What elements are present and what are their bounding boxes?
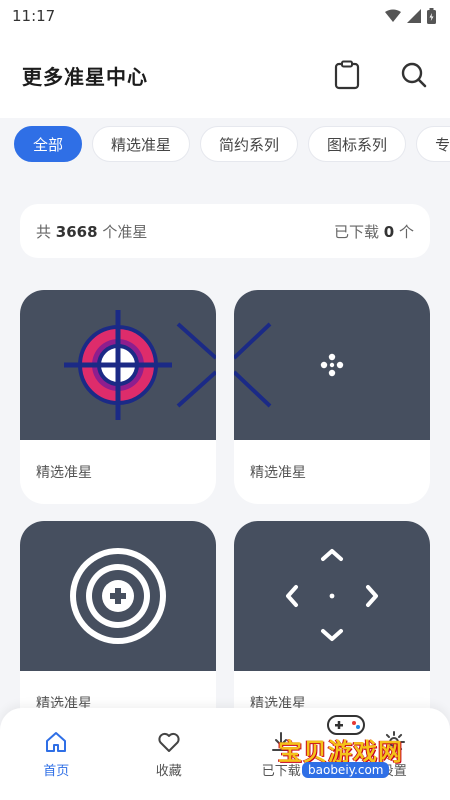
total-count-text: 共 3668 个准星 (36, 221, 147, 242)
heart-icon (158, 732, 180, 752)
nav-favorites[interactable]: 收藏 (113, 708, 226, 800)
download-icon (272, 731, 291, 751)
downloaded-count: 0 (383, 222, 395, 241)
downloaded-count-text: 已下载 0 个 (334, 221, 414, 242)
tab-featured[interactable]: 精选准星 (92, 126, 191, 162)
status-icons (385, 8, 436, 24)
nav-label: 设置 (380, 763, 407, 779)
target-crosshair-icon (64, 310, 216, 420)
category-tabs: 全部 精选准星 简约系列 图标系列 专业 (14, 126, 450, 164)
nav-home[interactable]: 首页 (0, 708, 113, 800)
app-bar: 更多准星中心 (0, 32, 450, 118)
downloaded-prefix: 已下载 (333, 222, 379, 241)
crosshair-card[interactable]: 精选准星 (234, 290, 430, 504)
total-prefix: 共 (36, 222, 52, 241)
tab-simple[interactable]: 简约系列 (200, 126, 299, 162)
crosshair-preview (20, 521, 216, 671)
dot-cross-crosshair-icon (234, 322, 344, 408)
arrow-crosshair-icon (286, 549, 378, 641)
home-icon (46, 731, 67, 752)
nav-label: 首页 (43, 763, 70, 779)
nav-label: 已下载 (261, 763, 301, 779)
wifi-icon (385, 9, 401, 22)
summary-bar: 共 3668 个准星 已下载 0 个 (20, 204, 430, 258)
crosshair-preview (234, 290, 430, 440)
battery-icon (427, 8, 436, 24)
crosshair-card[interactable]: 精选准星 (20, 521, 216, 735)
bottom-nav: 首页 收藏 已下载 设置 (0, 708, 450, 800)
signal-icon (407, 9, 421, 23)
clipboard-icon[interactable] (334, 60, 360, 90)
nav-label: 收藏 (155, 763, 182, 779)
card-label: 精选准星 (36, 465, 92, 481)
header-actions (334, 60, 428, 90)
card-label: 精选准星 (250, 465, 306, 481)
tab-icon-series[interactable]: 图标系列 (308, 126, 407, 162)
tab-pro[interactable]: 专业 (416, 126, 450, 162)
circle-plus-crosshair-icon (70, 548, 166, 644)
nav-downloaded[interactable]: 已下载 (225, 708, 338, 800)
total-count: 3668 (55, 222, 98, 241)
crosshair-card[interactable]: 精选准星 (20, 290, 216, 504)
crosshair-preview (20, 290, 216, 440)
gear-icon (382, 730, 405, 753)
page-title: 更多准星中心 (22, 64, 148, 89)
status-time: 11:17 (12, 7, 56, 25)
tab-all[interactable]: 全部 (14, 126, 83, 162)
search-icon[interactable] (400, 61, 428, 89)
nav-settings[interactable]: 设置 (338, 708, 450, 800)
downloaded-suffix: 个 (398, 222, 414, 241)
crosshair-preview (234, 521, 430, 671)
crosshair-card[interactable]: 精选准星 (234, 521, 430, 735)
status-bar: 11:17 (0, 0, 450, 32)
total-suffix: 个准星 (102, 222, 148, 241)
